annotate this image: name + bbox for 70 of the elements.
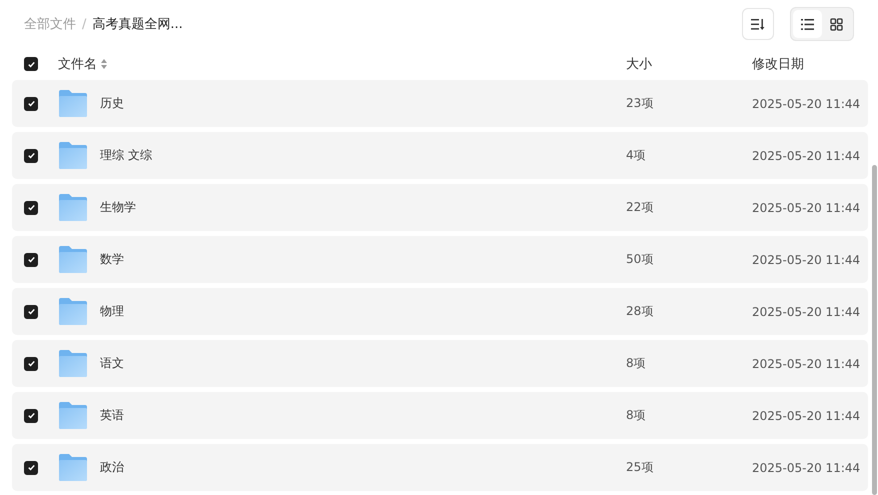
item-count: 8项 <box>626 407 647 424</box>
modified-date: 2025-05-20 11:44 <box>752 96 862 110</box>
item-count: 4项 <box>626 147 647 164</box>
checkbox[interactable] <box>24 57 38 71</box>
check-icon <box>26 359 36 368</box>
folder-icon <box>58 350 88 377</box>
item-count: 23项 <box>626 95 654 112</box>
list-view-button[interactable] <box>793 10 822 38</box>
folder-row[interactable]: 语文 8项 2025-05-20 11:44 <box>12 340 868 387</box>
folder-icon <box>58 454 88 481</box>
folder-row[interactable]: 生物学 22项 2025-05-20 11:44 <box>12 184 868 231</box>
check-icon <box>26 60 36 68</box>
check-icon <box>26 307 36 316</box>
folder-row[interactable]: 物理 28项 2025-05-20 11:44 <box>12 288 868 335</box>
check-icon <box>26 99 36 108</box>
folder-name: 语文 <box>100 355 125 372</box>
item-count: 25项 <box>626 459 654 476</box>
item-count: 28项 <box>626 303 654 320</box>
breadcrumb-separator: / <box>82 16 86 32</box>
modified-date: 2025-05-20 11:44 <box>752 304 862 318</box>
folder-name: 政治 <box>100 459 125 476</box>
folder-name: 数学 <box>100 251 125 268</box>
modified-date: 2025-05-20 11:44 <box>752 200 862 214</box>
column-header[interactable]: 文件名 <box>58 55 97 73</box>
column-header: 修改日期 <box>752 56 805 73</box>
folder-name: 历史 <box>100 95 125 112</box>
checkbox[interactable] <box>24 304 38 318</box>
item-count: 8项 <box>626 355 647 372</box>
check-icon <box>26 463 36 472</box>
check-icon <box>26 151 36 160</box>
folder-row[interactable]: 政治 25项 2025-05-20 11:44 <box>12 444 868 491</box>
item-count: 50项 <box>626 251 654 268</box>
checkbox[interactable] <box>24 460 38 474</box>
folder-row[interactable]: 英语 8项 2025-05-20 11:44 <box>12 392 868 439</box>
folder-name: 理综 文综 <box>100 147 153 164</box>
folder-icon <box>58 90 88 117</box>
check-icon <box>26 255 36 264</box>
folder-row[interactable]: 历史 23项 2025-05-20 11:44 <box>12 80 868 127</box>
folder-name: 生物学 <box>100 199 137 216</box>
modified-date: 2025-05-20 11:44 <box>752 356 862 370</box>
folder-name: 英语 <box>100 407 125 424</box>
folder-name: 物理 <box>100 303 125 320</box>
modified-date: 2025-05-20 11:44 <box>752 408 862 422</box>
folder-icon <box>58 298 88 325</box>
sort-arrows-icon <box>101 59 107 69</box>
column-header: 大小 <box>626 56 653 73</box>
item-count: 22项 <box>626 199 654 216</box>
modified-date: 2025-05-20 11:44 <box>752 460 862 474</box>
sort-button[interactable] <box>742 8 774 40</box>
folder-icon <box>58 142 88 169</box>
grid-icon <box>830 18 843 30</box>
checkbox[interactable] <box>24 252 38 266</box>
checkbox[interactable] <box>24 408 38 422</box>
scrollbar[interactable] <box>872 165 877 495</box>
folder-icon <box>58 402 88 429</box>
current-folder: 高考真题全网... <box>92 16 183 33</box>
folder-row[interactable]: 理综 文综 4项 2025-05-20 11:44 <box>12 132 868 179</box>
folder-row[interactable]: 数学 50项 2025-05-20 11:44 <box>12 236 868 283</box>
sort-icon <box>751 18 765 30</box>
modified-date: 2025-05-20 11:44 <box>752 252 862 266</box>
checkbox[interactable] <box>24 356 38 370</box>
check-icon <box>26 411 36 420</box>
folder-icon <box>58 246 88 273</box>
check-icon <box>26 203 36 212</box>
checkbox[interactable] <box>24 200 38 214</box>
modified-date: 2025-05-20 11:44 <box>752 148 862 162</box>
checkbox[interactable] <box>24 148 38 162</box>
list-icon <box>801 18 814 30</box>
folder-icon <box>58 194 88 221</box>
checkbox[interactable] <box>24 96 38 110</box>
